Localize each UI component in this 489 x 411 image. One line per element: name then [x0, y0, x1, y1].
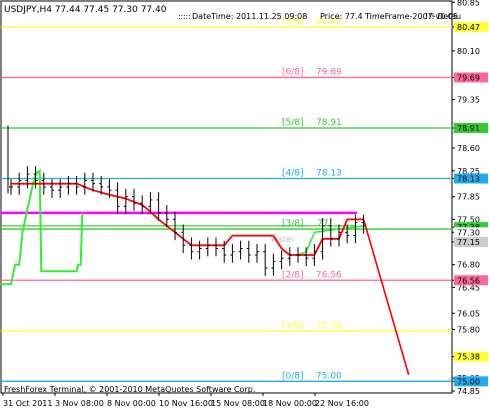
price-tag-label: 80.47: [457, 23, 480, 32]
murrey-level-value: 76.56: [316, 270, 342, 280]
x-tick-label: 22 Nov 16:00: [315, 399, 369, 408]
murrey-level-name: [1/8]: [282, 321, 304, 331]
x-tick-label: 10 Nov 16:00: [159, 399, 213, 408]
price-tag-label: 77.15: [457, 238, 480, 247]
chart-window: [7/8] 80.47 [6/8] 79.69 [5/8] 78.91 [4/8] 78.13…: [0, 0, 489, 411]
price-tag-label: 75.00: [457, 377, 480, 386]
y-tick-label: 77.85: [457, 193, 480, 202]
murrey-level-value: 78.13: [316, 169, 342, 179]
y-tick-label: 74.85: [457, 387, 480, 396]
datetime-info: DateTime: 2011.11.25 09:08: [192, 12, 307, 21]
price-tag-label: 76.56: [457, 276, 480, 285]
chart-title: USDJPY,H4 77.44 77.45 77.30 77.40: [4, 5, 167, 15]
price-chart[interactable]: [7/8] 80.47[6/8] 79.69[5/8] 78.91[4/8] 78.13…: [0, 0, 489, 411]
y-tick-label: 76.80: [457, 261, 480, 270]
y-tick-label: 75.80: [457, 326, 480, 335]
y-tick-label: 80.85: [457, 0, 480, 7]
y-tick-label: 78.60: [457, 144, 480, 153]
info-marker: :::::: [178, 12, 191, 21]
price-tag-label: 77.30: [457, 228, 480, 237]
murrey-level-name: [4/8]: [282, 169, 304, 179]
x-tick-label: 31 Oct 2011: [3, 399, 52, 408]
murrey-level-name: [2/8]: [282, 270, 304, 280]
price-info: Price: 77.4: [320, 12, 363, 21]
x-tick-label: 8 Nov 00:00: [107, 399, 156, 408]
murrey-level-name: [5/8]: [282, 118, 304, 128]
x-tick-label: 15 Nov 08:00: [211, 399, 265, 408]
murrey-level-name: [6/8]: [282, 67, 304, 77]
murrey-level-value: 77.: [317, 219, 331, 229]
y-tick-label: 80.10: [457, 47, 480, 56]
x-tick-label: 3 Nov 08:00: [55, 399, 104, 408]
murrey-level-value: 75.00: [316, 371, 342, 381]
default-info: !!! Defau: [425, 12, 461, 21]
copyright-footer: FreshForex Terminal, © 2001-2010 MetaQuo…: [4, 385, 255, 394]
murrey-level-value: 79.69: [316, 67, 342, 77]
price-tag-label: 78.13: [457, 175, 480, 184]
murrey-level-value: 78.91: [316, 118, 342, 128]
x-tick-label: 18 Nov 00:00: [263, 399, 317, 408]
y-tick-label: 76.05: [457, 309, 480, 318]
murrey-level-name: [0/8]: [282, 371, 304, 381]
price-tag-label: 79.69: [457, 73, 480, 82]
murrey-level-value: 75.78: [316, 321, 342, 331]
y-tick-label: 79.35: [457, 95, 480, 104]
murrey-level-name: [3/8]: [282, 219, 304, 229]
price-tag-label: 78.91: [457, 124, 480, 133]
price-tag-label: 75.38: [457, 353, 480, 362]
